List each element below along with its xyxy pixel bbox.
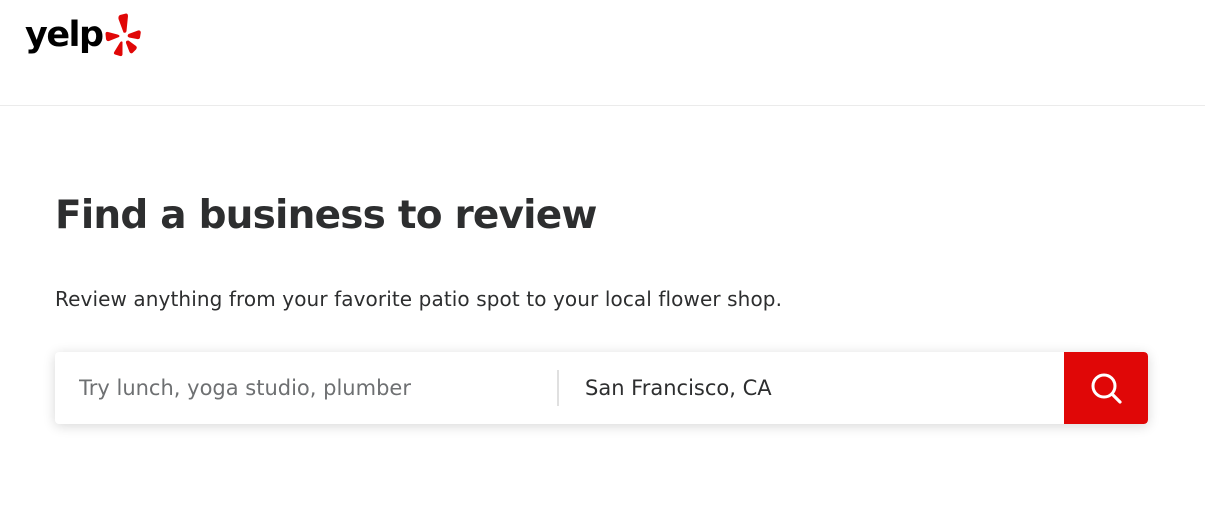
site-header: yelp: [0, 0, 1205, 106]
yelp-logo[interactable]: yelp: [25, 10, 142, 60]
yelp-burst-icon: [105, 13, 141, 57]
page-subtitle: Review anything from your favorite patio…: [55, 287, 783, 311]
find-field: [55, 352, 557, 424]
find-input[interactable]: [79, 376, 557, 400]
search-button[interactable]: [1064, 352, 1148, 424]
page-title: Find a business to review: [55, 193, 597, 238]
near-field: [559, 352, 1064, 424]
search-icon: [1091, 373, 1122, 404]
near-input[interactable]: [585, 376, 1064, 400]
search-bar: [55, 352, 1148, 424]
logo-wordmark: yelp: [25, 14, 104, 55]
